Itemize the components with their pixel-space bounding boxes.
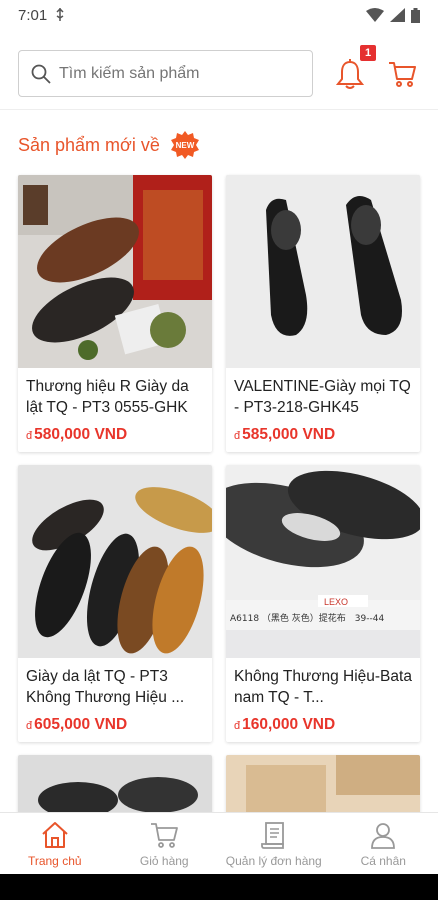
nav-item-profile[interactable]: Cá nhân xyxy=(329,813,438,874)
product-image-caption: A6118 （黑色 灰色）提花布 39--44 xyxy=(230,612,384,624)
brand-label: LEXO xyxy=(324,597,348,607)
product-name: Thương hiệu R Giày da lật TQ - PT3 0555-… xyxy=(26,378,189,416)
product-price: đ 580,000 VND xyxy=(26,426,128,443)
product-image xyxy=(18,175,212,368)
system-navigation-bar xyxy=(0,874,438,900)
currency-symbol: đ xyxy=(26,720,33,732)
cart-icon[interactable] xyxy=(388,60,416,88)
notification-bell-icon[interactable] xyxy=(335,58,365,90)
usb-icon xyxy=(56,8,64,21)
nav-label: Trang chủ xyxy=(27,853,82,868)
product-price: đ 585,000 VND xyxy=(234,426,336,443)
product-image xyxy=(18,755,212,815)
search-icon xyxy=(31,64,51,84)
section-new-products: Sản phẩm mới về NEW xyxy=(18,130,200,160)
product-card[interactable]: VALENTINE-Giày mọi TQ - PT3-218-GHK45 đ5… xyxy=(226,175,420,452)
bottom-navigation: Trang chủ Giỏ hàng Quản lý đơn hàng Cá n… xyxy=(0,812,438,874)
status-bar: 7:01 xyxy=(0,0,438,30)
product-image: LEXO A6118 （黑色 灰色）提花布 39--44 xyxy=(226,465,420,658)
wifi-icon xyxy=(366,8,384,22)
search-bar[interactable] xyxy=(18,50,313,97)
product-name: Giày da lật TQ - PT3 Không Thương Hiệu .… xyxy=(26,668,185,706)
battery-icon xyxy=(411,7,420,23)
nav-label: Quản lý đơn hàng xyxy=(225,853,322,868)
product-image xyxy=(226,175,420,368)
user-icon xyxy=(371,822,396,849)
home-icon xyxy=(42,821,68,848)
nav-label: Giỏ hàng xyxy=(139,853,189,868)
currency-symbol: đ xyxy=(234,430,241,442)
currency-symbol: đ xyxy=(26,430,33,442)
nav-item-home[interactable]: Trang chủ xyxy=(0,813,110,874)
product-name: Không Thương Hiệu-Bata nam TQ - T... xyxy=(234,668,412,706)
notification-count-badge: 1 xyxy=(360,45,376,61)
product-card[interactable]: Giày da lật TQ - PT3 Không Thương Hiệu .… xyxy=(18,465,212,742)
product-card[interactable]: Thương hiệu R Giày da lật TQ - PT3 0555-… xyxy=(18,175,212,452)
section-title: Sản phẩm mới về xyxy=(18,134,160,155)
product-card[interactable]: LEXO A6118 （黑色 灰色）提花布 39--44 Không Thươn… xyxy=(226,465,420,742)
search-input[interactable] xyxy=(59,64,289,83)
signal-icon xyxy=(390,8,405,22)
nav-label: Cá nhân xyxy=(360,853,406,868)
nav-item-cart[interactable]: Giỏ hàng xyxy=(110,813,220,874)
product-card[interactable] xyxy=(18,755,212,815)
product-image xyxy=(226,755,420,815)
cart-icon xyxy=(151,822,179,848)
new-badge-text: NEW xyxy=(176,141,195,150)
nav-item-orders[interactable]: Quản lý đơn hàng xyxy=(219,813,329,874)
product-name: VALENTINE-Giày mọi TQ - PT3-218-GHK45 xyxy=(234,378,411,416)
order-icon xyxy=(260,821,284,849)
new-badge-icon: NEW xyxy=(170,131,199,159)
currency-symbol: đ xyxy=(234,720,241,732)
product-image xyxy=(18,465,212,658)
product-price: đ 160,000 VND xyxy=(234,716,336,733)
app-header: 1 xyxy=(0,40,438,110)
status-time: 7:01 xyxy=(18,6,48,24)
product-price: đ 605,000 VND xyxy=(26,716,128,733)
product-card[interactable] xyxy=(226,755,420,815)
